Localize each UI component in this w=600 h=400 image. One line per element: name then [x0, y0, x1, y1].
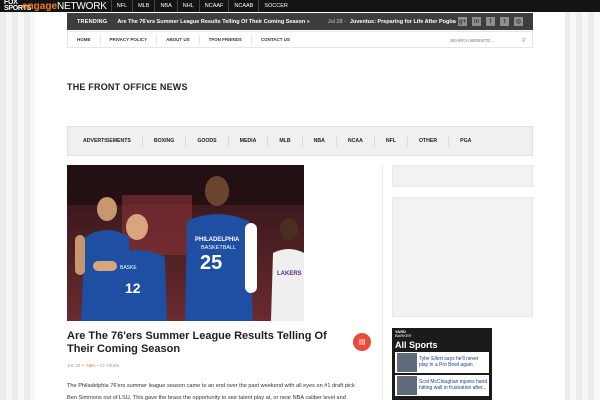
network-link-mlb[interactable]: MLB	[132, 0, 154, 12]
category-media[interactable]: MEDIA	[229, 136, 269, 146]
widget-story[interactable]: Scot McCloughan injures hand hitting wal…	[395, 375, 489, 396]
search-icon[interactable]: ⚲	[522, 37, 526, 44]
sidebar-widget-top	[392, 165, 533, 187]
social-links: g+ in f t ◎	[458, 17, 523, 26]
article-views: • 22 VIEWS	[97, 363, 120, 368]
engage-logo-text: engage	[22, 0, 58, 12]
site-title[interactable]: THE FRONT OFFICE NEWS	[67, 82, 188, 92]
facebook-icon[interactable]: f	[486, 17, 495, 26]
article-category-link[interactable]: NBA	[87, 363, 96, 368]
category-pga[interactable]: PGA	[449, 136, 482, 146]
article-title[interactable]: Are The 76'ers Summer League Results Tel…	[67, 330, 347, 356]
story-thumbnail	[397, 376, 417, 395]
google-plus-icon[interactable]: g+	[458, 17, 467, 26]
nav-contact-us[interactable]: CONTACT US	[252, 36, 299, 44]
nav-about-us[interactable]: ABOUT US	[157, 35, 200, 44]
secondary-nav: HOME PRIVACY POLICY ABOUT US TFON FRIEND…	[67, 31, 533, 48]
twitter-icon[interactable]: t	[500, 17, 509, 26]
story-thumbnail	[397, 353, 417, 372]
excerpt-line: Ben Simmons out of LSU. This gave the br…	[67, 395, 346, 400]
sidebar-ad-slot[interactable]	[392, 197, 533, 317]
category-mlb[interactable]: MLB	[268, 136, 303, 146]
pdf-icon[interactable]: ▤	[353, 333, 371, 351]
yardbarker-widget: YARD BARKER All Sports Tyler Eifert says…	[392, 328, 492, 400]
nav-privacy-policy[interactable]: PRIVACY POLICY	[101, 35, 158, 44]
jersey-text: PHILADELPHIA	[195, 237, 240, 243]
network-link-soccer[interactable]: SOCCER	[258, 0, 293, 12]
trending-label: TRENDING	[77, 18, 108, 25]
nav-home[interactable]: HOME	[68, 35, 101, 44]
category-advertisements[interactable]: ADVERTISEMENTS	[72, 136, 143, 146]
network-links: NFL MLB NBA NHL NCAAF NCAAB SOCCER	[110, 0, 293, 12]
article-meta: JUL 28 • NBA • 22 VIEWS	[67, 363, 121, 368]
network-bar: FOX SPORTS engage NETWORK NFL MLB NBA NH…	[0, 0, 600, 12]
trending-headline-link[interactable]: Are The 76'ers Summer League Results Tel…	[117, 19, 310, 25]
category-nba[interactable]: NBA	[303, 136, 337, 146]
network-link-ncaab[interactable]: NCAAB	[228, 0, 258, 12]
jersey-number: 25	[200, 252, 222, 274]
category-other[interactable]: OTHER	[408, 136, 450, 146]
category-goods[interactable]: GOODS	[186, 136, 229, 146]
search-input[interactable]	[450, 37, 512, 43]
article-date: JUL 28	[67, 363, 81, 368]
story-link[interactable]: Scot McCloughan injures hand hitting wal…	[419, 379, 489, 391]
category-ncaa[interactable]: NCAA	[337, 136, 375, 146]
fox-sports-logo: FOX SPORTS	[4, 0, 31, 12]
category-nfl[interactable]: NFL	[375, 136, 408, 146]
trending-bar: TRENDING Are The 76'ers Summer League Re…	[67, 13, 533, 30]
search-box: ⚲	[447, 35, 529, 45]
article-excerpt: The Philadelphia 76'ers summer league se…	[67, 380, 367, 400]
featured-photo: BASKE 12 PHILADELPHIA BASKETBALL 25 LAKE…	[67, 165, 304, 321]
network-link-ncaaf[interactable]: NCAAF	[198, 0, 229, 12]
featured-image[interactable]: BASKE 12 PHILADELPHIA BASKETBALL 25 LAKE…	[67, 165, 304, 321]
trending-headline-link-2[interactable]: Juventus: Preparing for Life After Pogba	[350, 19, 456, 25]
network-link-nba[interactable]: NBA	[154, 0, 176, 12]
category-boxing[interactable]: BOXING	[143, 136, 187, 146]
network-logo-text: NETWORK	[57, 0, 107, 12]
trending-date: Jul 28 -	[327, 18, 346, 25]
widget-story[interactable]: Tyler Eifert says he'll never play in a …	[395, 352, 489, 373]
widget-heading: All Sports	[392, 338, 492, 352]
sidebar-divider	[382, 165, 383, 400]
story-link[interactable]: Tyler Eifert says he'll never play in a …	[419, 356, 489, 368]
page-container: TRENDING Are The 76'ers Summer League Re…	[35, 12, 565, 400]
jersey-text: BASKETBALL	[201, 245, 236, 251]
instagram-icon[interactable]: ◎	[514, 17, 523, 26]
category-nav: ADVERTISEMENTS BOXING GOODS MEDIA MLB NB…	[67, 126, 533, 156]
jersey-text: BASKE	[120, 265, 137, 271]
network-link-nhl[interactable]: NHL	[176, 0, 199, 12]
jersey-number: 12	[125, 280, 141, 296]
excerpt-line: The Philadelphia 76'ers summer league se…	[67, 383, 355, 389]
nav-tfon-friends[interactable]: TFON FRIENDS	[200, 35, 252, 44]
meta-separator: •	[82, 363, 84, 368]
network-link-nfl[interactable]: NFL	[110, 0, 132, 12]
network-logo[interactable]: FOX SPORTS engage NETWORK	[0, 0, 107, 12]
jersey-text: LAKERS	[277, 271, 302, 277]
linkedin-icon[interactable]: in	[472, 17, 481, 26]
